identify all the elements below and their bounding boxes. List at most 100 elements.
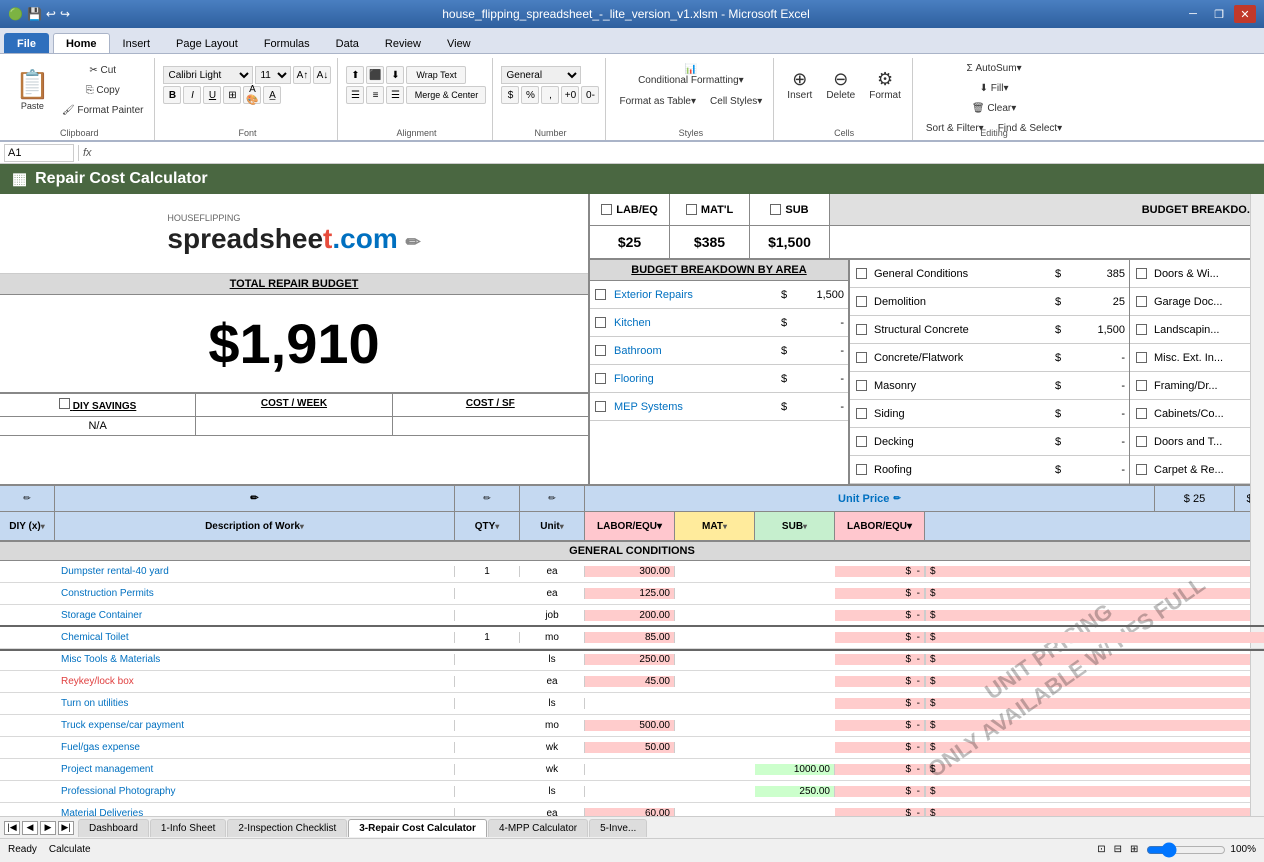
bba-check-bathroom[interactable] <box>595 345 606 356</box>
fill-button[interactable]: ⬇ Fill▾ <box>921 80 1067 97</box>
font-size-select[interactable]: 11 <box>255 66 291 84</box>
align-bottom-button[interactable]: ⬇ <box>386 66 404 84</box>
font-shrink-button[interactable]: A↓ <box>313 66 331 84</box>
diy-checkbox[interactable] <box>59 398 70 409</box>
diy-dropdown[interactable]: ▾ <box>41 522 45 531</box>
align-top-button[interactable]: ⬆ <box>346 66 364 84</box>
bb-check-landscaping[interactable] <box>1136 324 1147 335</box>
fill-color-button[interactable]: A🎨 <box>243 86 261 104</box>
tab-invest[interactable]: 5-Inve... <box>589 819 647 837</box>
insert-cells-button[interactable]: ⊕Insert <box>782 66 817 104</box>
zoom-slider[interactable] <box>1146 842 1226 858</box>
tab-next-button[interactable]: ▶ <box>40 821 56 835</box>
bba-check-kitchen[interactable] <box>595 317 606 328</box>
mat-dropdown[interactable]: ▾ <box>723 522 727 531</box>
quick-access-save[interactable]: 💾 <box>27 7 42 21</box>
bold-button[interactable]: B <box>163 86 181 104</box>
tab-prev-button[interactable]: ◀ <box>22 821 38 835</box>
qty-dropdown[interactable]: ▾ <box>495 522 499 531</box>
cut-button[interactable]: ✂ Cut <box>57 62 149 79</box>
autosum-button[interactable]: Σ AutoSum▾ <box>921 60 1067 77</box>
font-grow-button[interactable]: A↑ <box>293 66 311 84</box>
font-color-button[interactable]: A̲ <box>263 86 281 104</box>
tab-info-sheet[interactable]: 1-Info Sheet <box>150 819 226 837</box>
comma-button[interactable]: , <box>541 86 559 104</box>
sub-dropdown[interactable]: ▾ <box>803 522 807 531</box>
conditional-formatting-button[interactable]: 📊Conditional Formatting▾ <box>614 61 767 89</box>
bb-check-decking[interactable] <box>856 436 867 447</box>
wrap-text-button[interactable]: Wrap Text <box>406 66 466 84</box>
underline-button[interactable]: U <box>203 86 221 104</box>
align-left-button[interactable]: ☰ <box>346 86 364 104</box>
bb-check-structural[interactable] <box>856 324 867 335</box>
paste-button[interactable]: 📋 Paste <box>10 67 55 112</box>
sort-filter-button[interactable]: Sort & Filter▾ <box>921 120 989 137</box>
cell-styles-button[interactable]: Cell Styles▾ <box>705 93 767 110</box>
clear-button[interactable]: 🗑 Clear▾ <box>921 100 1067 117</box>
bb-check-siding[interactable] <box>856 408 867 419</box>
bb-check-demo[interactable] <box>856 296 867 307</box>
desc-dropdown[interactable]: ▾ <box>300 522 304 531</box>
tab-file[interactable]: File <box>4 33 49 53</box>
tab-home[interactable]: Home <box>53 33 110 53</box>
tab-review[interactable]: Review <box>372 33 434 53</box>
tab-formulas[interactable]: Formulas <box>251 33 323 53</box>
bb-check-doors-and[interactable] <box>1136 436 1147 447</box>
page-break-view-button[interactable]: ⊞ <box>1130 844 1138 855</box>
bb-check-framing[interactable] <box>1136 380 1147 391</box>
align-middle-button[interactable]: ⬛ <box>366 66 384 84</box>
quick-access-redo[interactable]: ↪ <box>60 7 70 21</box>
tab-view[interactable]: View <box>434 33 484 53</box>
tab-last-button[interactable]: ▶| <box>58 821 74 835</box>
tab-page-layout[interactable]: Page Layout <box>163 33 251 53</box>
tab-mpp[interactable]: 4-MPP Calculator <box>488 819 588 837</box>
bb-check-doors-wi[interactable] <box>1136 268 1147 279</box>
bb-check-general[interactable] <box>856 268 867 279</box>
vertical-scrollbar[interactable] <box>1250 194 1264 816</box>
cell-reference-input[interactable] <box>4 144 74 162</box>
align-center-button[interactable]: ≡ <box>366 86 384 104</box>
bba-check-exterior[interactable] <box>595 289 606 300</box>
matl-checkbox[interactable] <box>686 204 697 215</box>
decimal-down-button[interactable]: 0- <box>581 86 599 104</box>
quick-access-undo[interactable]: ↩ <box>46 7 56 21</box>
copy-button[interactable]: ⎘ Copy <box>57 82 149 99</box>
bb-check-garage[interactable] <box>1136 296 1147 307</box>
percent-button[interactable]: % <box>521 86 539 104</box>
page-layout-view-button[interactable]: ⊟ <box>1114 844 1122 855</box>
delete-cells-button[interactable]: ⊖Delete <box>821 66 860 104</box>
lab-eq-checkbox[interactable] <box>601 204 612 215</box>
bba-check-mep[interactable] <box>595 401 606 412</box>
sub-checkbox[interactable] <box>770 204 781 215</box>
merge-center-button[interactable]: Merge & Center <box>406 86 486 104</box>
bb-check-concrete[interactable] <box>856 352 867 363</box>
currency-button[interactable]: $ <box>501 86 519 104</box>
italic-button[interactable]: I <box>183 86 201 104</box>
bb-check-roofing[interactable] <box>856 464 867 475</box>
formula-input[interactable] <box>96 144 1260 162</box>
tab-dashboard[interactable]: Dashboard <box>78 819 149 837</box>
decimal-up-button[interactable]: +0 <box>561 86 579 104</box>
tab-repair-cost[interactable]: 3-Repair Cost Calculator <box>348 819 487 837</box>
tab-data[interactable]: Data <box>323 33 372 53</box>
unit-dropdown[interactable]: ▾ <box>560 522 564 531</box>
tab-first-button[interactable]: |◀ <box>4 821 20 835</box>
bb-check-cabinets[interactable] <box>1136 408 1147 419</box>
align-right-button[interactable]: ☰ <box>386 86 404 104</box>
close-button[interactable]: ✕ <box>1234 5 1256 23</box>
tab-insert[interactable]: Insert <box>110 33 164 53</box>
tab-inspection[interactable]: 2-Inspection Checklist <box>227 819 347 837</box>
number-format-select[interactable]: General <box>501 66 581 84</box>
bb-check-misc-ext[interactable] <box>1136 352 1147 363</box>
bb-check-carpet[interactable] <box>1136 464 1147 475</box>
format-table-button[interactable]: Format as Table▾ <box>614 93 701 110</box>
format-painter-button[interactable]: 🖌 Format Painter <box>57 102 149 119</box>
bb-check-masonry[interactable] <box>856 380 867 391</box>
restore-button[interactable]: ❐ <box>1208 5 1230 23</box>
minimize-button[interactable]: ─ <box>1182 5 1204 23</box>
bba-check-flooring[interactable] <box>595 373 606 384</box>
borders-button[interactable]: ⊞ <box>223 86 241 104</box>
format-cells-button[interactable]: ⚙Format <box>864 66 906 104</box>
font-name-select[interactable]: Calibri Light <box>163 66 253 84</box>
normal-view-button[interactable]: ⊡ <box>1097 844 1105 855</box>
